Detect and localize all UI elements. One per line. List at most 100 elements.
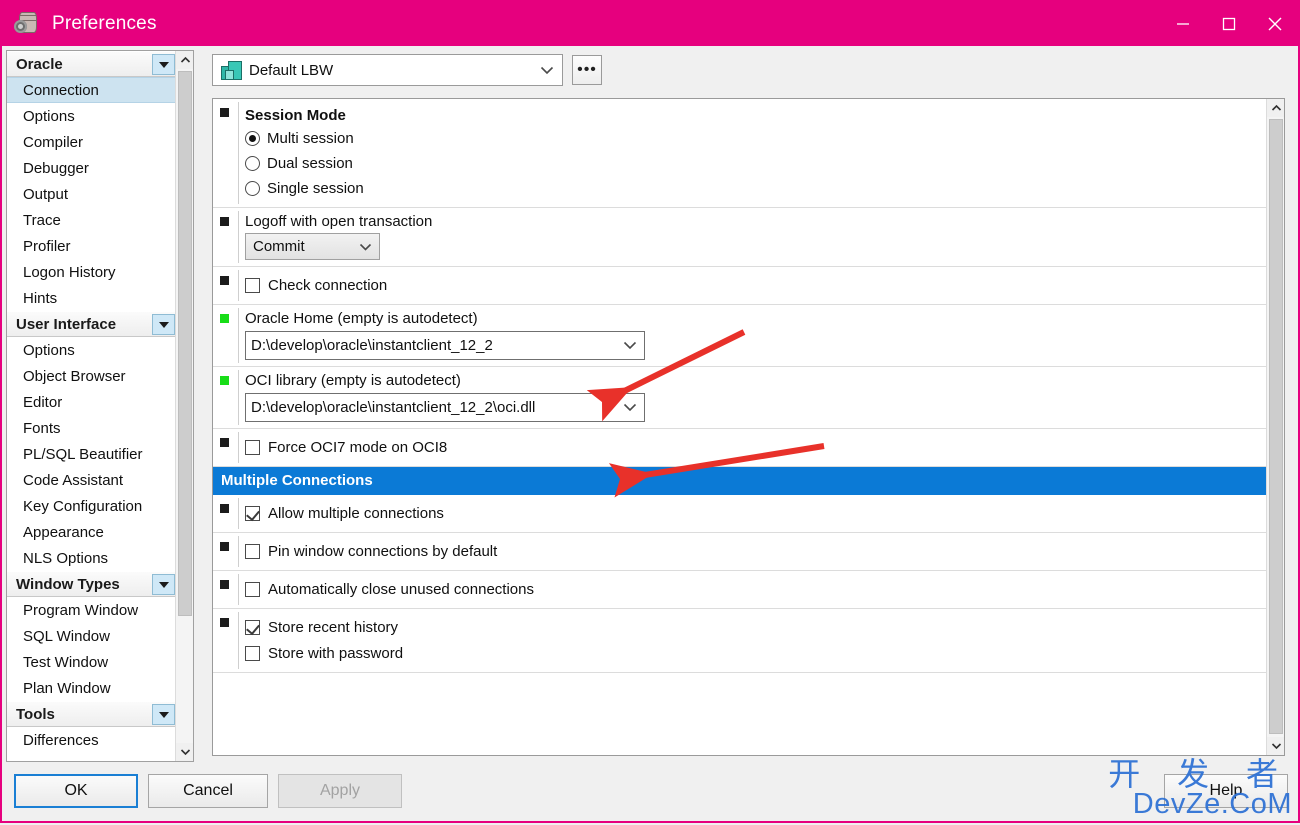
chevron-down-icon[interactable] [616, 403, 644, 412]
profile-combobox[interactable]: Default LBW [212, 54, 563, 86]
row-divider [238, 308, 239, 363]
checkbox-icon[interactable] [245, 439, 260, 455]
maximize-icon[interactable] [1206, 2, 1252, 46]
sidebar-item-nls-options[interactable]: NLS Options [7, 545, 177, 571]
checkbox-icon[interactable] [245, 645, 260, 661]
chevron-up-icon[interactable] [1267, 99, 1284, 117]
option-row-oci-library: OCI library (empty is autodetect) D:\dev… [213, 367, 1266, 429]
ok-button[interactable]: OK [14, 774, 138, 808]
chevron-down-icon[interactable] [152, 574, 175, 595]
radio-label: Dual session [267, 155, 353, 172]
chevron-down-icon[interactable] [532, 55, 562, 85]
oci-library-combobox[interactable]: D:\develop\oracle\instantclient_12_2\oci… [245, 393, 645, 422]
sidebar-item-test-window[interactable]: Test Window [7, 649, 177, 675]
cancel-button[interactable]: Cancel [148, 774, 268, 808]
window-title: Preferences [52, 13, 157, 34]
oracle-home-label: Oracle Home (empty is autodetect) [245, 310, 478, 327]
checkbox-check-connection[interactable]: Check connection [245, 272, 1266, 298]
chevron-down-icon[interactable] [152, 704, 175, 725]
chevron-down-icon[interactable] [176, 743, 193, 761]
checkbox-auto-close[interactable]: Automatically close unused connections [245, 576, 1266, 602]
checkbox-pin-window[interactable]: Pin window connections by default [245, 538, 1266, 564]
sidebar-item-editor[interactable]: Editor [7, 389, 177, 415]
sidebar-item-plan-window[interactable]: Plan Window [7, 675, 177, 701]
sidebar-group-tools[interactable]: Tools [7, 701, 177, 727]
oci-library-value[interactable]: D:\develop\oracle\instantclient_12_2\oci… [246, 399, 616, 416]
sidebar-group-oracle[interactable]: Oracle [7, 51, 177, 77]
sidebar-item-fonts[interactable]: Fonts [7, 415, 177, 441]
radio-single-session[interactable]: Single session [245, 176, 1266, 201]
oracle-home-combobox[interactable]: D:\develop\oracle\instantclient_12_2 [245, 331, 645, 360]
row-marker [220, 276, 229, 285]
section-header-multiple-connections: Multiple Connections [213, 467, 1266, 495]
checkbox-store-history[interactable]: Store recent history [245, 614, 1266, 640]
checkbox-store-with-password[interactable]: Store with password [245, 640, 1266, 666]
logoff-select[interactable]: Commit [245, 233, 380, 260]
options-scrollbar-thumb[interactable] [1269, 119, 1283, 734]
checkbox-icon[interactable] [245, 277, 260, 293]
lbw-blocks-icon [221, 61, 242, 80]
sidebar-item-label: Debugger [23, 159, 89, 177]
sidebar-group-label: Tools [16, 705, 55, 723]
sidebar-item-pl-sql-beautifier[interactable]: PL/SQL Beautifier [7, 441, 177, 467]
apply-button[interactable]: Apply [278, 774, 402, 808]
session-mode-heading: Session Mode [245, 107, 346, 124]
sidebar-item-profiler[interactable]: Profiler [7, 233, 177, 259]
sidebar-item-connection[interactable]: Connection [7, 77, 177, 103]
category-tree[interactable]: Oracle Connection Options Compiler Debugger O… [7, 51, 177, 761]
chevron-down-icon[interactable] [351, 243, 379, 251]
option-row-logoff-transaction: Logoff with open transaction Commit [213, 208, 1266, 267]
checkbox-icon[interactable] [245, 543, 260, 559]
row-divider [238, 574, 239, 605]
sidebar-item-code-assistant[interactable]: Code Assistant [7, 467, 177, 493]
preferences-content-pane: Default LBW ••• Session Mode Multi sessi… [207, 50, 1296, 762]
chevron-up-icon[interactable] [176, 51, 193, 69]
checkbox-icon[interactable] [245, 581, 260, 597]
row-divider [238, 498, 239, 529]
sidebar-item-key-configuration[interactable]: Key Configuration [7, 493, 177, 519]
radio-icon[interactable] [245, 156, 260, 171]
sidebar-group-window-types[interactable]: Window Types [7, 571, 177, 597]
sidebar-item-appearance[interactable]: Appearance [7, 519, 177, 545]
close-icon[interactable] [1252, 2, 1298, 46]
sidebar-item-hints[interactable]: Hints [7, 285, 177, 311]
sidebar-item-differences[interactable]: Differences [7, 727, 177, 753]
chevron-down-icon[interactable] [1267, 737, 1284, 755]
chevron-down-icon[interactable] [616, 341, 644, 350]
sidebar-item-options[interactable]: Options [7, 337, 177, 363]
sidebar-item-program-window[interactable]: Program Window [7, 597, 177, 623]
sidebar-scrollbar-thumb[interactable] [178, 71, 192, 616]
checkbox-icon-checked[interactable] [245, 505, 260, 521]
minimize-icon[interactable] [1160, 2, 1206, 46]
sidebar-item-debugger[interactable]: Debugger [7, 155, 177, 181]
checkbox-label: Store recent history [268, 618, 399, 636]
sidebar-item-options[interactable]: Options [7, 103, 177, 129]
sidebar-item-output[interactable]: Output [7, 181, 177, 207]
help-button[interactable]: Help [1164, 774, 1288, 808]
sidebar-item-logon-history[interactable]: Logon History [7, 259, 177, 285]
sidebar-group-user-interface[interactable]: User Interface [7, 311, 177, 337]
oracle-home-value[interactable]: D:\develop\oracle\instantclient_12_2 [246, 337, 616, 354]
chevron-down-icon[interactable] [152, 54, 175, 75]
profile-toolbar: Default LBW ••• [212, 54, 1292, 88]
radio-icon[interactable] [245, 181, 260, 196]
options-scrollbar[interactable] [1266, 99, 1284, 755]
radio-label: Single session [267, 180, 364, 197]
radio-icon-selected[interactable] [245, 131, 260, 146]
sidebar-item-label: Compiler [23, 133, 84, 151]
sidebar-item-compiler[interactable]: Compiler [7, 129, 177, 155]
chevron-down-icon[interactable] [152, 314, 175, 335]
checkbox-icon-checked[interactable] [245, 619, 260, 635]
option-row-force-oci7: Force OCI7 mode on OCI8 [213, 429, 1266, 467]
sidebar-item-sql-window[interactable]: SQL Window [7, 623, 177, 649]
dialog-footer: OK Cancel Apply Help [2, 762, 1298, 821]
profile-more-button[interactable]: ••• [572, 55, 602, 85]
sidebar-group-label: Oracle [16, 55, 63, 73]
checkbox-allow-multiple[interactable]: Allow multiple connections [245, 500, 1266, 526]
sidebar-scrollbar[interactable] [175, 51, 193, 761]
radio-dual-session[interactable]: Dual session [245, 151, 1266, 176]
sidebar-item-object-browser[interactable]: Object Browser [7, 363, 177, 389]
radio-multi-session[interactable]: Multi session [245, 126, 1266, 151]
checkbox-force-oci7[interactable]: Force OCI7 mode on OCI8 [245, 434, 1266, 460]
sidebar-item-trace[interactable]: Trace [7, 207, 177, 233]
